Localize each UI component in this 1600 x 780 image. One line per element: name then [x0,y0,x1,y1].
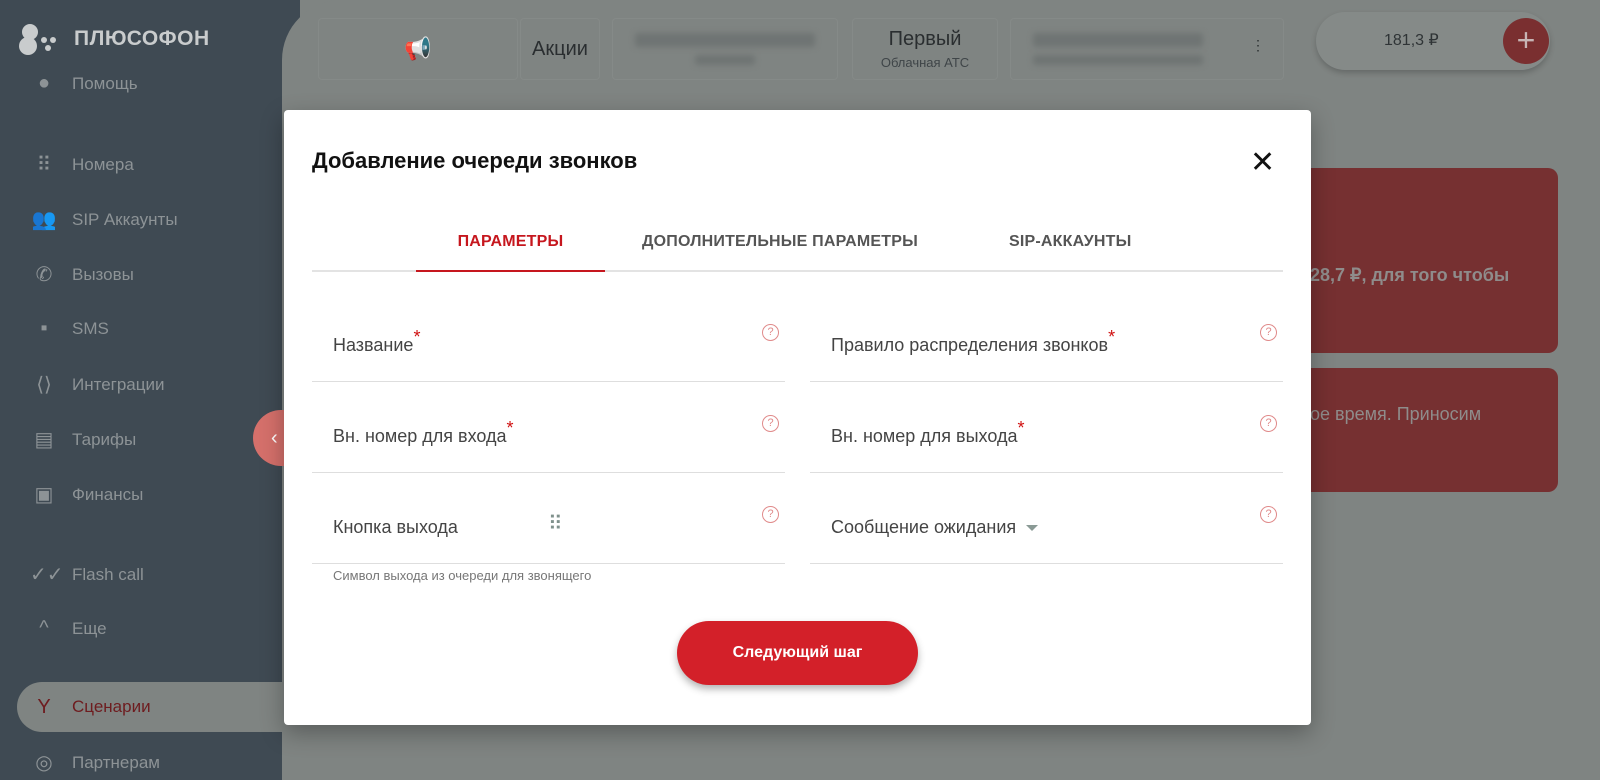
entry-extension-field[interactable]: Вн. номер для входа*? [312,382,785,473]
tab-additional-parameters[interactable]: ДОПОЛНИТЕЛЬНЫЕ ПАРАМЕТРЫ [642,233,918,251]
close-icon[interactable]: ✕ [1250,148,1275,178]
add-funds-button[interactable]: + [1503,18,1549,64]
phone-icon: ✆ [35,264,53,286]
tab-sip-accounts[interactable]: SIP-АККАУНТЫ [1009,233,1132,251]
user-info[interactable]: ⋮ [1010,18,1284,80]
announcement-button[interactable]: 📢 [318,18,518,80]
chevron-left-icon: ‹ [271,427,278,449]
sidebar-item-tariffs[interactable]: ▤ Тарифы [30,427,137,452]
exit-button-hint: Символ выхода из очереди для звонящего [333,568,592,583]
logo[interactable]: ПЛЮСОФОН [18,22,210,56]
blurred-email [1033,55,1203,65]
plan-info[interactable]: Первый Облачная АТС [852,18,998,80]
notice-card: 28,7 ₽, для того чтобы [1282,168,1558,353]
wallet-icon: ▣ [34,484,54,506]
plus-icon: + [1516,22,1536,58]
next-step-button[interactable]: Следующий шаг [677,621,918,685]
sidebar-item-flash-call[interactable]: ✓✓ Flash call [30,562,144,587]
double-check-icon: ✓✓ [30,564,64,586]
people-icon: 👥 [31,209,57,231]
more-vert-icon[interactable]: ⋮ [1251,37,1265,54]
sidebar-item-integrations[interactable]: ⟨⟩ Интеграции [30,372,164,397]
sidebar-item-numbers[interactable]: ⠿ Номера [30,152,134,177]
handshake-icon: ◎ [35,752,53,774]
distribution-rule-select[interactable]: Правило распределения звонков*? [810,291,1283,382]
blurred-account-sub [695,55,755,65]
help-icon[interactable]: ? [1260,506,1277,523]
sidebar-item-calls[interactable]: ✆ Вызовы [30,262,134,287]
help-icon: ● [37,72,51,94]
exit-button-field[interactable]: Кнопка выхода ⠿? [312,473,785,564]
megaphone-icon: 📢 [404,36,432,61]
active-tab-indicator [416,270,605,272]
chevron-up-icon: ^ [39,617,49,639]
sidebar-item-finance[interactable]: ▣ Финансы [30,482,144,507]
help-icon[interactable]: ? [762,324,779,341]
name-field[interactable]: Название*? [312,291,785,382]
blurred-phone [1033,33,1203,47]
sidebar-item-sms[interactable]: ▪ SMS [30,317,108,340]
sidebar-item-more[interactable]: ^ Еще [30,617,106,640]
sidebar-item-sip[interactable]: 👥 SIP Аккаунты [30,207,178,232]
add-call-queue-dialog: Добавление очереди звонков ✕ ПАРАМЕТРЫ Д… [284,110,1311,725]
help-icon[interactable]: ? [762,415,779,432]
notice-card: ое время. Приносим [1282,368,1558,492]
scenario-icon: Y [37,695,51,718]
account-info[interactable] [612,18,838,80]
tab-bar: ПАРАМЕТРЫ ДОПОЛНИТЕЛЬНЫЕ ПАРАМЕТРЫ SIP-А… [312,228,1283,272]
dialpad-icon: ⠿ [36,154,52,176]
sidebar-item-help[interactable]: ● Помощь [30,72,138,95]
help-icon[interactable]: ? [762,506,779,523]
exit-extension-field[interactable]: Вн. номер для выхода*? [810,382,1283,473]
dropdown-caret-icon [1026,525,1039,532]
integration-icon: ⟨⟩ [36,374,52,396]
dialog-title: Добавление очереди звонков [312,148,638,173]
help-icon[interactable]: ? [1260,324,1277,341]
dialpad-icon[interactable]: ⠿ [548,511,563,536]
brand-name: ПЛЮСОФОН [74,27,210,50]
tab-parameters[interactable]: ПАРАМЕТРЫ [416,233,605,251]
help-icon[interactable]: ? [1260,415,1277,432]
blurred-account [635,33,815,47]
message-icon: ▪ [40,317,48,339]
sidebar: ПЛЮСОФОН ● Помощь ⠿ Номера 👥 SIP Аккаунты ✆… [0,0,307,780]
promo-link[interactable]: Акции [520,18,600,80]
sidebar-item-partners[interactable]: ◎ Партнерам [30,750,160,775]
sidebar-item-scenarios[interactable]: Y Сценарии [17,682,307,732]
tariff-icon: ▤ [34,429,54,451]
hold-message-select[interactable]: Сообщение ожидания? [810,473,1283,564]
logo-icon [19,24,56,55]
